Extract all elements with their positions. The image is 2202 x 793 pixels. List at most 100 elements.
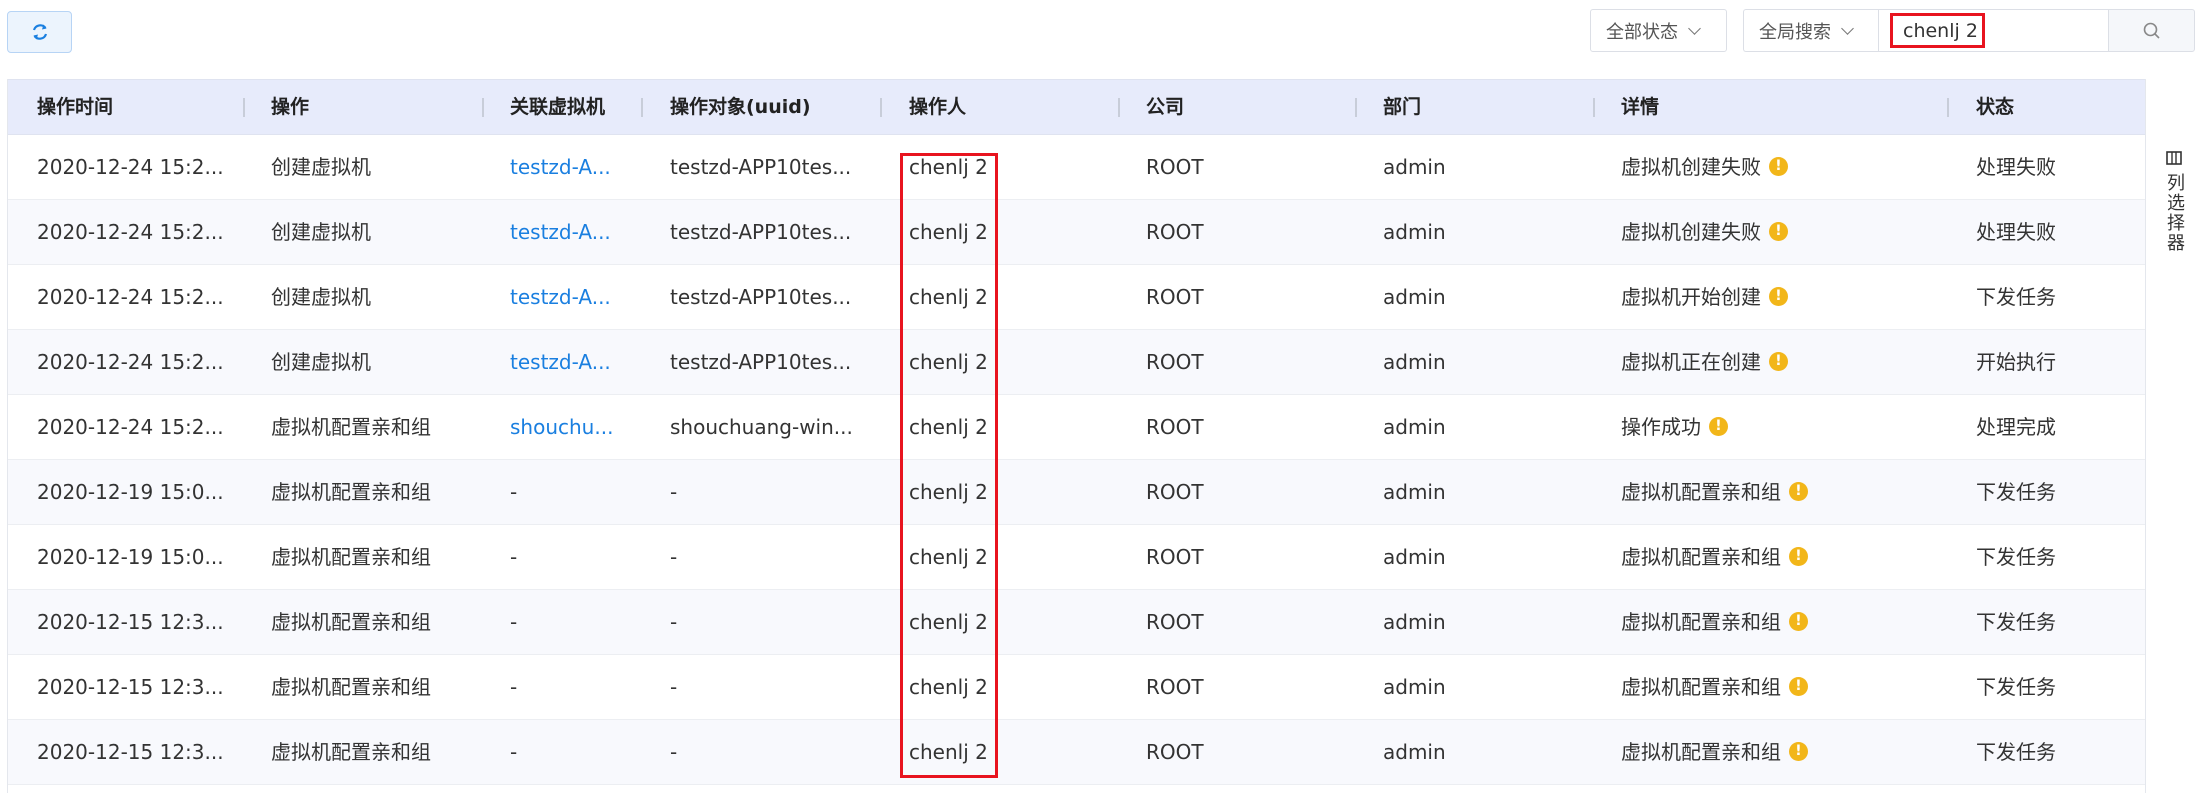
cell-department: admin <box>1383 415 1446 439</box>
detail-text: 虚拟机创建失败 <box>1621 155 1761 179</box>
cell-target: - <box>670 610 678 634</box>
cell-detail: 虚拟机配置亲和组! <box>1621 525 1808 589</box>
table-row[interactable]: 2020-12-15 12:3... 虚拟机配置亲和组 - - chenlj 2… <box>8 655 2145 720</box>
column-header-department[interactable]: 部门 <box>1383 80 1421 134</box>
cell-department: admin <box>1383 610 1446 634</box>
detail-text: 虚拟机配置亲和组 <box>1621 740 1781 764</box>
cell-vm: - <box>510 740 518 764</box>
cell-detail: 虚拟机配置亲和组! <box>1621 460 1808 524</box>
cell-action: 虚拟机配置亲和组 <box>271 610 431 634</box>
column-divider[interactable] <box>243 98 245 117</box>
cell-status: 处理失败 <box>1976 155 2056 179</box>
cell-status: 处理完成 <box>1976 415 2056 439</box>
table-row[interactable]: 2020-12-19 15:0... 虚拟机配置亲和组 - - chenlj 2… <box>8 460 2145 525</box>
cell-detail: 虚拟机正在创建! <box>1621 330 1788 394</box>
column-header-time[interactable]: 操作时间 <box>37 80 113 134</box>
column-divider[interactable] <box>1118 98 1120 117</box>
search-icon <box>2143 22 2160 39</box>
warning-icon[interactable]: ! <box>1769 352 1788 371</box>
cell-vm-link[interactable]: shouchu... <box>510 395 613 459</box>
detail-text: 操作成功 <box>1621 415 1701 439</box>
column-header-status[interactable]: 状态 <box>1976 80 2014 134</box>
table-row[interactable]: 2020-12-24 15:2... 创建虚拟机 testzd-A... tes… <box>8 200 2145 265</box>
warning-icon[interactable]: ! <box>1789 612 1808 631</box>
warning-icon[interactable]: ! <box>1789 742 1808 761</box>
column-header-target[interactable]: 操作对象(uuid) <box>670 80 811 134</box>
cell-status: 下发任务 <box>1976 675 2056 699</box>
column-header-detail[interactable]: 详情 <box>1621 80 1659 134</box>
status-filter-select[interactable]: 全部状态 <box>1590 9 1727 52</box>
warning-icon[interactable]: ! <box>1789 482 1808 501</box>
chevron-down-icon <box>1841 21 1854 35</box>
column-divider[interactable] <box>880 98 882 117</box>
cell-operator: chenlj 2 <box>909 740 988 764</box>
cell-target: testzd-APP10tes... <box>670 155 852 179</box>
operation-log-table: 操作时间 操作 关联虚拟机 操作对象(uuid) 操作人 公司 部门 详情 状态… <box>7 79 2145 793</box>
warning-icon[interactable]: ! <box>1789 547 1808 566</box>
cell-company: ROOT <box>1146 675 1204 699</box>
warning-icon[interactable]: ! <box>1709 417 1728 436</box>
detail-text: 虚拟机正在创建 <box>1621 350 1761 374</box>
cell-status: 下发任务 <box>1976 610 2056 634</box>
cell-vm-link[interactable]: testzd-A... <box>510 135 611 199</box>
table-row[interactable]: 2020-12-24 15:2... 创建虚拟机 testzd-A... tes… <box>8 135 2145 200</box>
column-divider[interactable] <box>482 98 484 117</box>
column-header-company[interactable]: 公司 <box>1146 80 1184 134</box>
cell-vm-link[interactable]: testzd-A... <box>510 265 611 329</box>
table-row[interactable]: 2020-12-15 12:3... 虚拟机配置亲和组 - - chenlj 2… <box>8 590 2145 655</box>
detail-text: 虚拟机配置亲和组 <box>1621 675 1781 699</box>
cell-vm-link[interactable]: testzd-A... <box>510 330 611 394</box>
cell-company: ROOT <box>1146 415 1204 439</box>
cell-action: 创建虚拟机 <box>271 220 371 244</box>
detail-text: 虚拟机开始创建 <box>1621 285 1761 309</box>
cell-operator: chenlj 2 <box>909 480 988 504</box>
cell-vm: - <box>510 545 518 569</box>
table-row[interactable]: 2020-12-19 15:0... 虚拟机配置亲和组 - - chenlj 2… <box>8 525 2145 590</box>
search-scope-select[interactable]: 全局搜索 <box>1743 9 1878 52</box>
refresh-button[interactable] <box>7 11 72 53</box>
cell-time: 2020-12-19 15:0... <box>37 480 224 504</box>
search-input[interactable] <box>1879 10 2108 51</box>
refresh-icon <box>32 24 47 40</box>
column-selector-label: 列选择器 <box>2164 173 2185 253</box>
chevron-down-icon <box>1688 21 1701 35</box>
cell-detail: 虚拟机创建失败! <box>1621 200 1788 264</box>
cell-time: 2020-12-24 15:2... <box>37 350 224 374</box>
warning-icon[interactable]: ! <box>1769 222 1788 241</box>
search-button[interactable] <box>2108 9 2195 52</box>
column-selector-button[interactable]: 列选择器 <box>2159 151 2189 253</box>
cell-company: ROOT <box>1146 220 1204 244</box>
cell-status: 下发任务 <box>1976 285 2056 309</box>
cell-action: 虚拟机配置亲和组 <box>271 675 431 699</box>
cell-vm: - <box>510 610 518 634</box>
cell-action: 虚拟机配置亲和组 <box>271 740 431 764</box>
cell-vm-link[interactable]: testzd-A... <box>510 200 611 264</box>
column-header-operator[interactable]: 操作人 <box>909 80 966 134</box>
cell-department: admin <box>1383 285 1446 309</box>
warning-icon[interactable]: ! <box>1789 677 1808 696</box>
column-divider[interactable] <box>1947 98 1949 117</box>
cell-target: testzd-APP10tes... <box>670 220 852 244</box>
column-divider[interactable] <box>1593 98 1595 117</box>
cell-action: 创建虚拟机 <box>271 285 371 309</box>
cell-department: admin <box>1383 545 1446 569</box>
warning-icon[interactable]: ! <box>1769 157 1788 176</box>
column-header-action[interactable]: 操作 <box>271 80 309 134</box>
column-header-vm[interactable]: 关联虚拟机 <box>510 80 605 134</box>
cell-action: 虚拟机配置亲和组 <box>271 415 431 439</box>
cell-operator: chenlj 2 <box>909 220 988 244</box>
table-row[interactable]: 2020-12-15 12:3... 虚拟机配置亲和组 - - chenlj 2… <box>8 720 2145 785</box>
detail-text: 虚拟机创建失败 <box>1621 220 1761 244</box>
status-filter-value: 全部状态 <box>1606 21 1678 43</box>
search-scope-value: 全局搜索 <box>1759 21 1831 43</box>
column-divider[interactable] <box>641 98 643 117</box>
toolbar: 全部状态 全局搜索 <box>0 0 2202 70</box>
table-row[interactable]: 2020-12-24 15:2... 创建虚拟机 testzd-A... tes… <box>8 330 2145 395</box>
warning-icon[interactable]: ! <box>1769 287 1788 306</box>
detail-text: 虚拟机配置亲和组 <box>1621 610 1781 634</box>
cell-company: ROOT <box>1146 155 1204 179</box>
table-row[interactable]: 2020-12-24 15:2... 虚拟机配置亲和组 shouchu... s… <box>8 395 2145 460</box>
table-row[interactable]: 2020-12-24 15:2... 创建虚拟机 testzd-A... tes… <box>8 265 2145 330</box>
detail-text: 虚拟机配置亲和组 <box>1621 480 1781 504</box>
column-divider[interactable] <box>1355 98 1357 117</box>
